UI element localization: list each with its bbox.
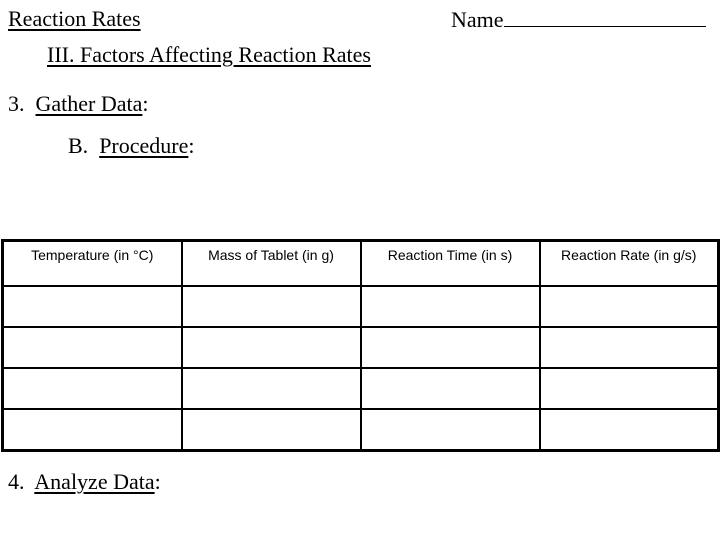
step-label: Procedure: [99, 133, 189, 158]
step-label: Gather Data: [35, 91, 143, 116]
section-heading: III. Factors Affecting Reaction Rates: [47, 42, 371, 67]
table-row: [1, 367, 720, 410]
table-cell[interactable]: [538, 285, 720, 328]
step-analyze-data: 4. Analyze Data:: [8, 469, 161, 495]
table-cell[interactable]: [1, 285, 183, 328]
table-cell[interactable]: [538, 367, 720, 410]
table-cell[interactable]: [180, 408, 362, 452]
table-row: [1, 408, 720, 452]
data-table: Temperature (in °C) Mass of Tablet (in g…: [1, 239, 720, 452]
column-header-reaction-time: Reaction Time (in s): [359, 239, 541, 287]
table-cell[interactable]: [1, 367, 183, 410]
step-number: 4.: [8, 469, 25, 494]
column-header-reaction-rate: Reaction Rate (in g/s): [538, 239, 720, 287]
table-header-row: Temperature (in °C) Mass of Tablet (in g…: [1, 239, 720, 287]
step-gather-data: 3. Gather Data:: [8, 91, 149, 117]
table-cell[interactable]: [1, 326, 183, 369]
name-label: Name: [451, 7, 504, 32]
name-blank-line[interactable]: [503, 6, 706, 27]
column-header-temperature: Temperature (in °C): [1, 239, 183, 287]
table-cell[interactable]: [180, 326, 362, 369]
table-cell[interactable]: [180, 285, 362, 328]
colon: :: [188, 133, 195, 158]
table-cell[interactable]: [180, 367, 362, 410]
colon: :: [154, 469, 161, 494]
name-field[interactable]: Name: [451, 6, 706, 33]
step-procedure: B. Procedure:: [68, 133, 195, 159]
table-cell[interactable]: [359, 326, 541, 369]
step-number: 3.: [8, 91, 25, 116]
table-cell[interactable]: [1, 408, 183, 452]
step-label: Analyze Data: [34, 469, 155, 494]
table-cell[interactable]: [538, 326, 720, 369]
table-cell[interactable]: [359, 367, 541, 410]
step-letter: B.: [68, 133, 89, 158]
document-title: Reaction Rates: [8, 6, 141, 31]
colon: :: [142, 91, 149, 116]
table-cell[interactable]: [359, 285, 541, 328]
table-cell[interactable]: [359, 408, 541, 452]
table-row: [1, 326, 720, 369]
column-header-mass: Mass of Tablet (in g): [180, 239, 362, 287]
table-cell[interactable]: [538, 408, 720, 452]
table-row: [1, 285, 720, 328]
